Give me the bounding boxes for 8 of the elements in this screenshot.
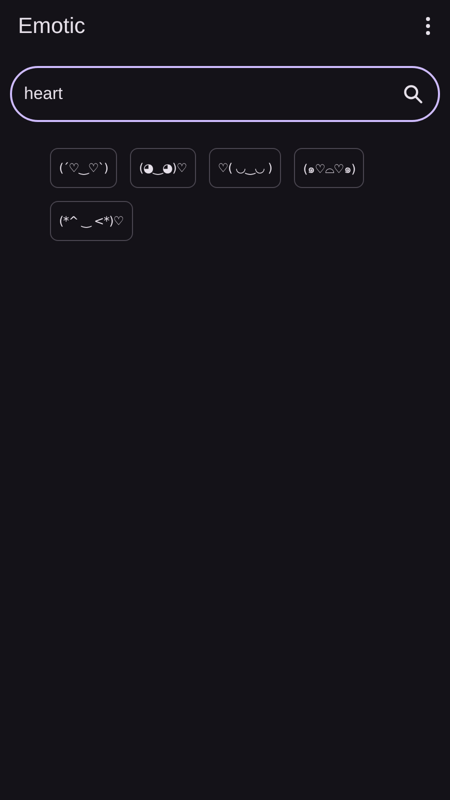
- emoticon-chip[interactable]: (๑♡⌓♡๑): [294, 148, 364, 188]
- emoticon-chip[interactable]: ♡( ◡‿◡ ): [208, 148, 282, 188]
- search-bar[interactable]: heart: [10, 66, 440, 122]
- app-title: Emotic: [18, 13, 86, 39]
- emoticon-chip[interactable]: (´♡‿♡`): [50, 148, 118, 188]
- emoticon-chip[interactable]: (◕‿◕)♡: [130, 148, 196, 188]
- search-input[interactable]: heart: [24, 84, 400, 104]
- emoticon-chip[interactable]: (*^ ‿ <*)♡: [50, 201, 133, 241]
